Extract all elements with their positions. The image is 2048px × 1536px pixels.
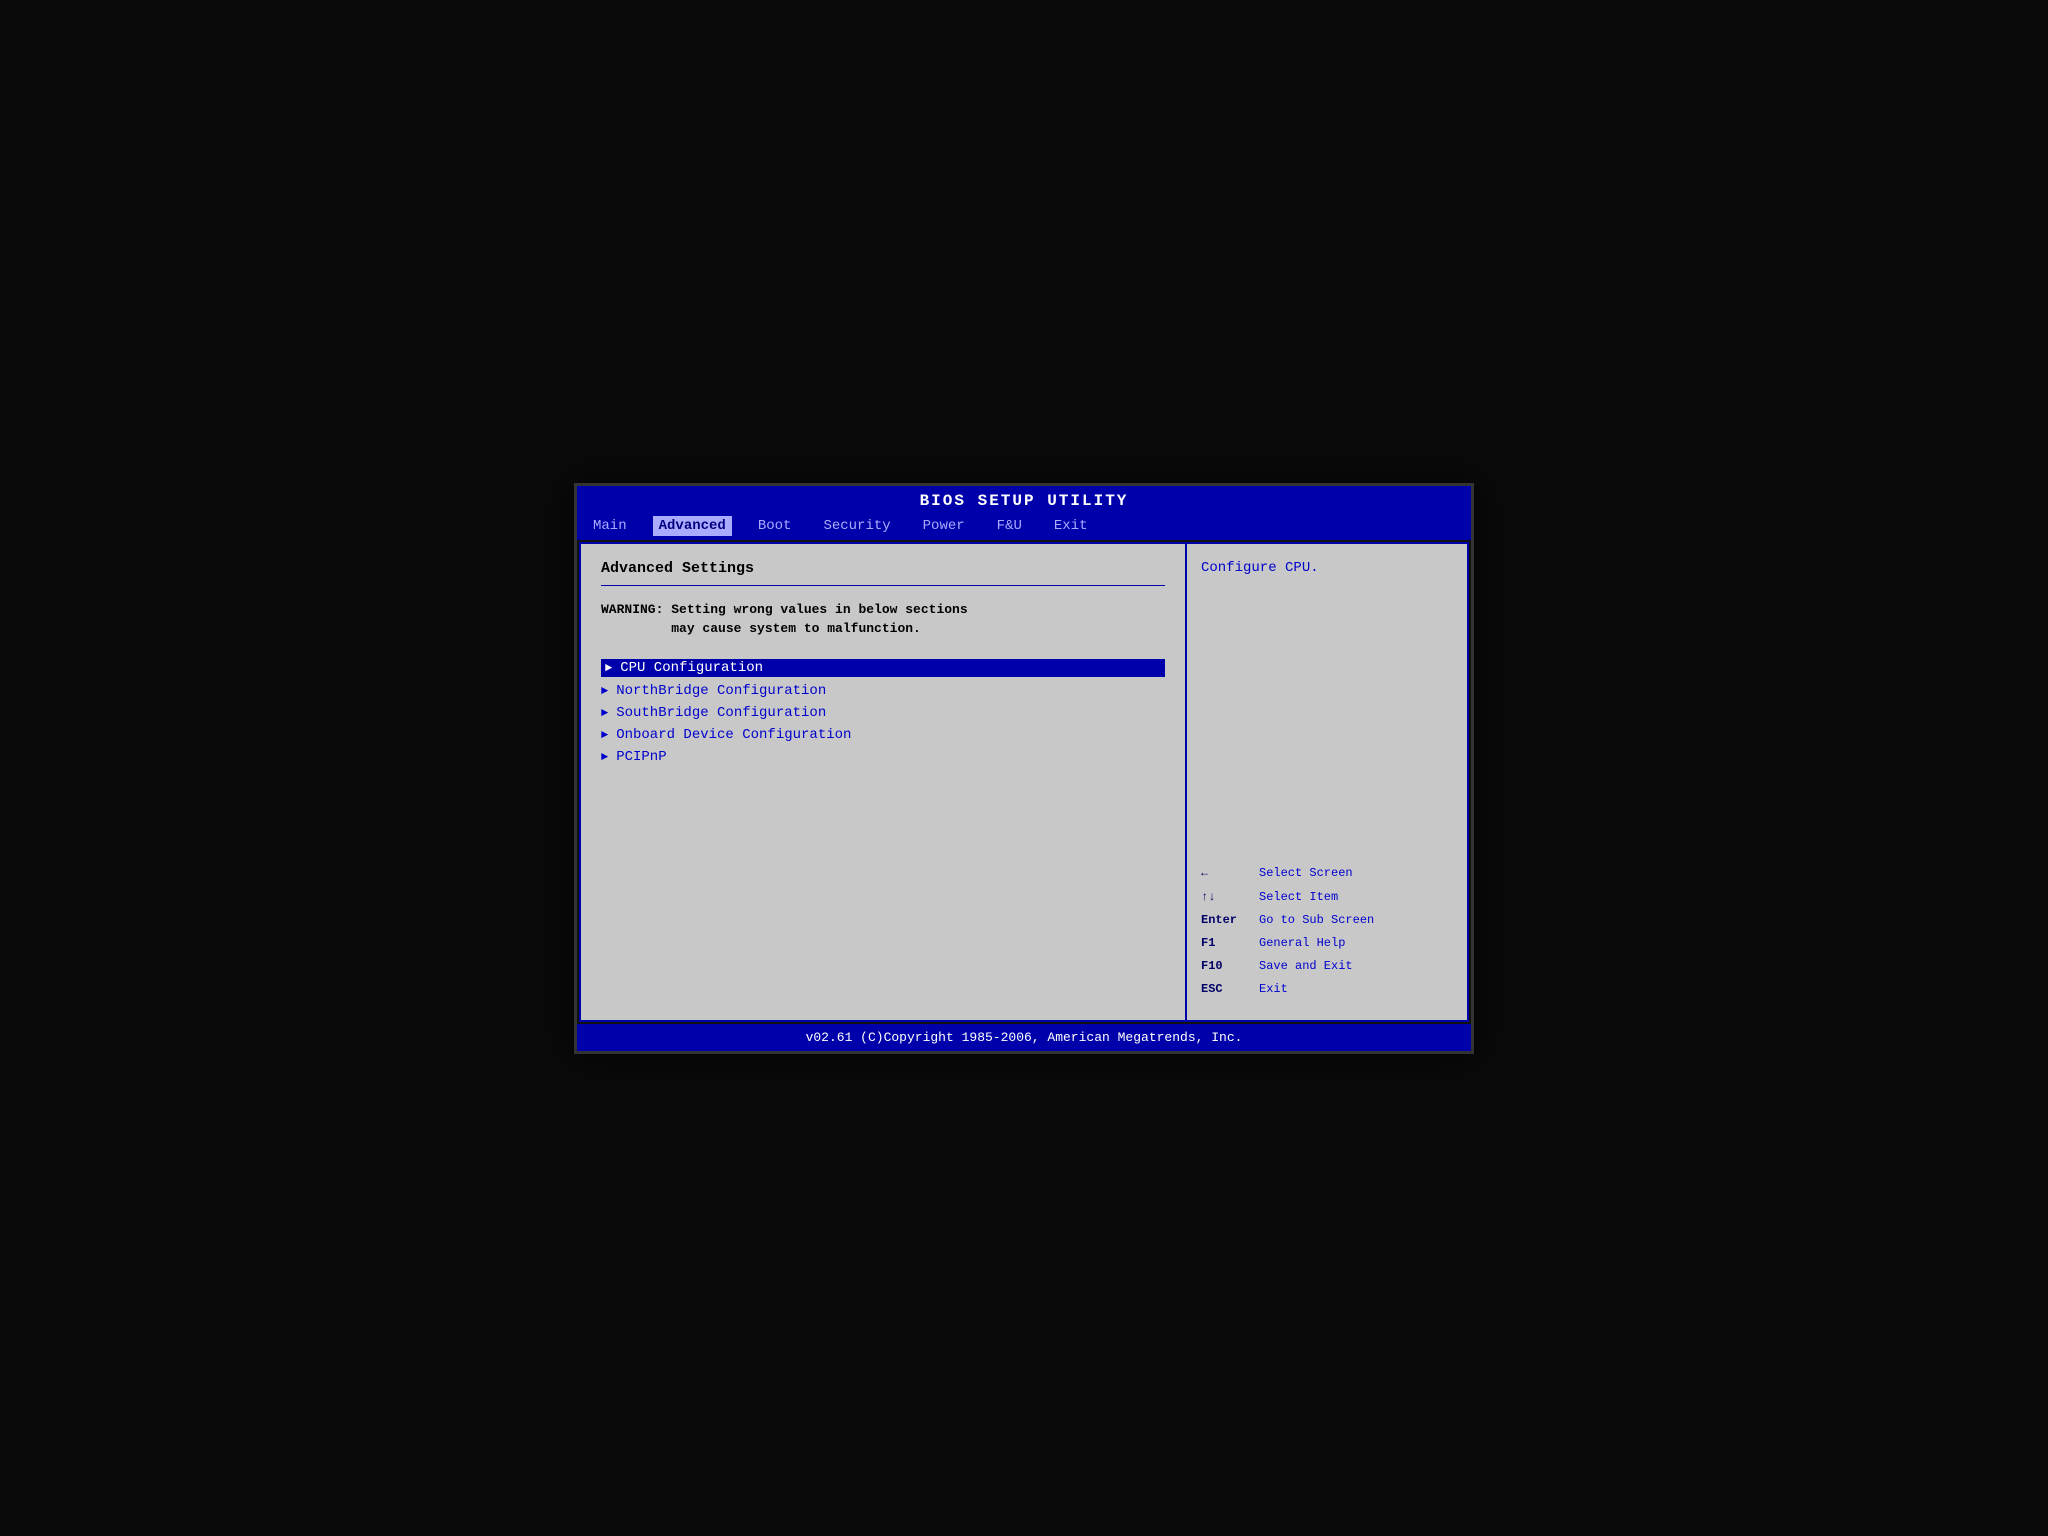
arrow-icon: ► — [601, 684, 608, 698]
key-f10-desc: Save and Exit — [1259, 957, 1353, 976]
key-guide-row-select-screen: ← Select Screen — [1201, 864, 1453, 883]
tab-exit[interactable]: Exit — [1048, 516, 1094, 536]
menu-item-onboard[interactable]: ► Onboard Device Configuration — [601, 727, 1165, 743]
bios-screen: BIOS SETUP UTILITY Main Advanced Boot Se… — [574, 483, 1474, 1054]
key-esc: ESC — [1201, 980, 1251, 999]
footer: v02.61 (C)Copyright 1985-2006, American … — [577, 1024, 1471, 1051]
tab-advanced[interactable]: Advanced — [653, 516, 732, 536]
menu-list: ► CPU Configuration ► NorthBridge Config… — [601, 659, 1165, 765]
key-updown: ↑↓ — [1201, 888, 1251, 907]
key-f1-desc: General Help — [1259, 934, 1345, 953]
tab-power[interactable]: Power — [917, 516, 971, 536]
arrow-icon: ► — [601, 706, 608, 720]
tab-fnu[interactable]: F&U — [991, 516, 1028, 536]
title-bar: BIOS SETUP UTILITY — [577, 486, 1471, 516]
key-select-screen-desc: Select Screen — [1259, 864, 1353, 883]
key-guide-row-enter: Enter Go to Sub Screen — [1201, 911, 1453, 930]
help-text: Configure CPU. — [1201, 560, 1453, 576]
menu-item-pcipnp[interactable]: ► PCIPnP — [601, 749, 1165, 765]
key-arrow: ← — [1201, 864, 1251, 883]
right-panel: Configure CPU. ← Select Screen ↑↓ Select… — [1187, 544, 1467, 1020]
nav-tabs: Main Advanced Boot Security Power F&U Ex… — [577, 516, 1471, 540]
left-panel: Advanced Settings WARNING: Setting wrong… — [581, 544, 1187, 1020]
key-guide-row-select-item: ↑↓ Select Item — [1201, 888, 1453, 907]
key-f10: F10 — [1201, 957, 1251, 976]
menu-item-cpu[interactable]: ► CPU Configuration — [601, 659, 1165, 677]
key-guide-row-f1: F1 General Help — [1201, 934, 1453, 953]
tab-security[interactable]: Security — [817, 516, 896, 536]
arrow-icon: ► — [605, 661, 612, 675]
divider — [601, 585, 1165, 586]
footer-text: v02.61 (C)Copyright 1985-2006, American … — [806, 1030, 1243, 1045]
arrow-icon: ► — [601, 750, 608, 764]
menu-item-northbridge[interactable]: ► NorthBridge Configuration — [601, 683, 1165, 699]
key-esc-desc: Exit — [1259, 980, 1288, 999]
key-f1: F1 — [1201, 934, 1251, 953]
key-guide-row-esc: ESC Exit — [1201, 980, 1453, 999]
bios-title: BIOS SETUP UTILITY — [920, 492, 1129, 510]
key-guide-row-f10: F10 Save and Exit — [1201, 957, 1453, 976]
warning-text: WARNING: Setting wrong values in below s… — [601, 600, 1165, 639]
arrow-icon: ► — [601, 728, 608, 742]
menu-item-southbridge[interactable]: ► SouthBridge Configuration — [601, 705, 1165, 721]
main-content: Advanced Settings WARNING: Setting wrong… — [579, 542, 1469, 1022]
tab-main[interactable]: Main — [587, 516, 633, 536]
key-enter: Enter — [1201, 911, 1251, 930]
tab-boot[interactable]: Boot — [752, 516, 798, 536]
key-enter-desc: Go to Sub Screen — [1259, 911, 1374, 930]
key-select-item-desc: Select Item — [1259, 888, 1338, 907]
section-title: Advanced Settings — [601, 560, 1165, 577]
key-guide: ← Select Screen ↑↓ Select Item Enter Go … — [1201, 864, 1453, 1003]
